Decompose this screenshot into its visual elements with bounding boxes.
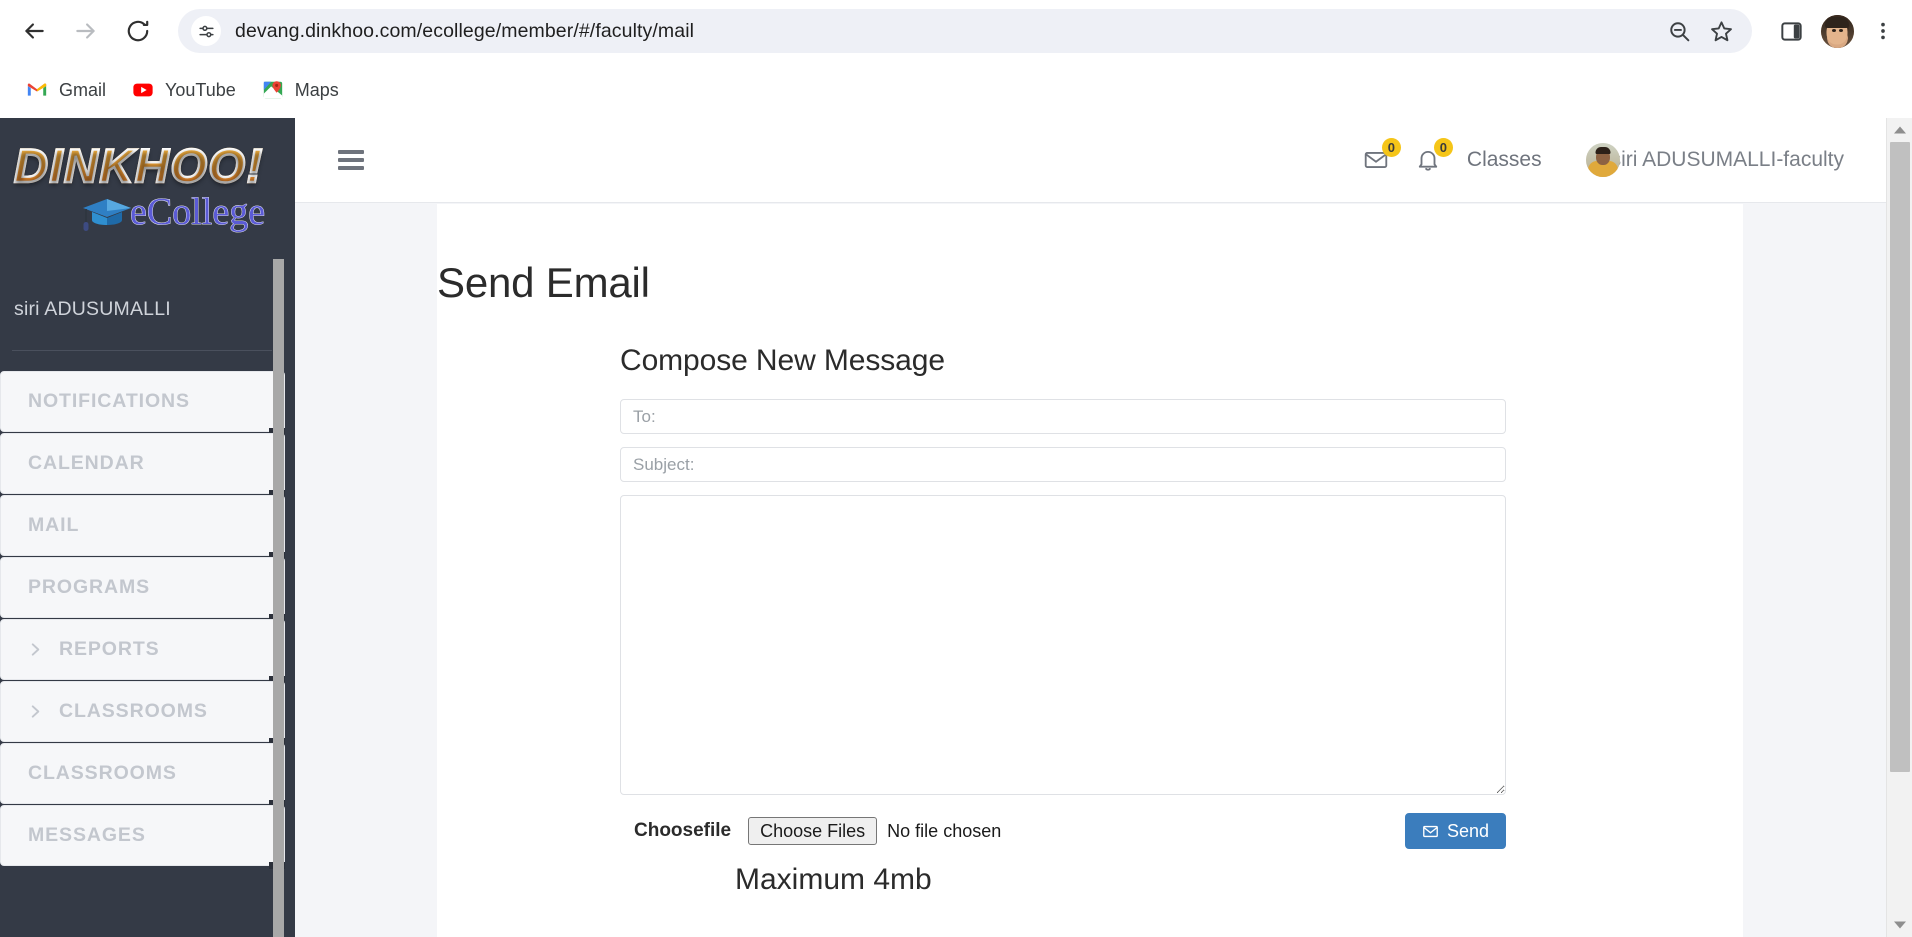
bookmarks-bar: Gmail YouTube Maps	[0, 62, 1912, 118]
attachment-row: Choosefile Choose Files No file chosen S…	[620, 813, 1506, 849]
topbar-right: 0 0 Classes siri ADUSUMALLI-faculty	[1363, 118, 1892, 202]
choose-files-button[interactable]: Choose Files	[748, 817, 878, 845]
sidebar-item-label: NOTIFICATIONS	[28, 390, 190, 412]
forward-button[interactable]	[64, 9, 108, 53]
scroll-down-button[interactable]	[1887, 913, 1912, 937]
mail-indicator[interactable]: 0	[1363, 138, 1401, 173]
browser-menu-button[interactable]	[1860, 8, 1906, 54]
sidebar-item-label: PROGRAMS	[28, 576, 151, 598]
logo-primary-text: DINKHOO!	[13, 141, 279, 190]
sidebar-item-programs-3[interactable]: PROGRAMS	[0, 557, 285, 621]
sidebar-item-reports-4[interactable]: REPORTS	[0, 619, 285, 683]
side-panel-icon	[1780, 21, 1802, 41]
address-bar[interactable]: devang.dinkhoo.com/ecollege/member/#/fac…	[178, 9, 1752, 53]
bookmark-label: Maps	[294, 79, 339, 100]
zoom-out-button[interactable]	[1658, 10, 1700, 52]
page-viewport: DINKHOO! eCollege siri ADUSUMALLI NOTIFI…	[0, 118, 1912, 937]
send-button[interactable]: Send	[1404, 813, 1506, 849]
choose-file-label: Choosefile	[634, 820, 732, 841]
user-menu[interactable]: siri ADUSUMALLI-faculty	[1585, 143, 1844, 177]
sidebar-item-label: REPORTS	[59, 638, 160, 660]
bookmark-gmail[interactable]: Gmail	[16, 72, 116, 108]
url-text: devang.dinkhoo.com/ecollege/member/#/fac…	[235, 19, 695, 42]
compose-heading: Compose New Message	[620, 344, 945, 377]
sidebar-header: DINKHOO! eCollege siri ADUSUMALLI	[0, 118, 295, 358]
bookmark-youtube[interactable]: YouTube	[122, 72, 246, 108]
sidebar-item-label: MAIL	[28, 514, 80, 536]
site-settings-icon[interactable]	[191, 16, 221, 46]
sidebar-item-messages-7[interactable]: MESSAGES	[0, 805, 285, 869]
sidebar-item-label: CALENDAR	[28, 452, 145, 474]
chevron-up-icon	[1894, 126, 1906, 134]
browser-chrome: devang.dinkhoo.com/ecollege/member/#/fac…	[0, 0, 1912, 118]
page-scrollbar[interactable]	[1886, 118, 1912, 937]
bookmark-maps[interactable]: Maps	[252, 72, 349, 108]
back-button[interactable]	[12, 9, 56, 53]
compose-form: Compose New Message Choosefile Choose Fi…	[620, 344, 1506, 897]
forward-arrow-icon	[76, 23, 95, 39]
user-name-label: siri ADUSUMALLI-faculty	[1610, 148, 1844, 171]
message-textarea[interactable]	[620, 495, 1506, 795]
sidebar-user-name: siri ADUSUMALLI	[14, 298, 171, 320]
sidebar-menu: NOTIFICATIONS CALENDAR MAIL PROGRAMS REPORTS…	[0, 371, 285, 869]
bookmark-label: YouTube	[165, 79, 236, 100]
back-arrow-icon	[25, 23, 44, 39]
reload-icon	[127, 20, 149, 42]
profile-avatar-icon	[1820, 14, 1854, 48]
classes-link[interactable]: Classes	[1467, 148, 1542, 172]
max-size-note: Maximum 4mb	[735, 863, 932, 896]
logo-ecollege-text: eCollege	[130, 191, 266, 233]
content-card: Send Email Compose New Message Choosefil…	[437, 204, 1743, 937]
chrome-right-actions	[1768, 8, 1906, 54]
notification-indicator[interactable]: 0	[1415, 138, 1453, 173]
profile-button[interactable]	[1814, 8, 1860, 54]
tune-icon	[198, 25, 214, 37]
to-input[interactable]	[620, 399, 1506, 434]
subject-input[interactable]	[620, 447, 1506, 482]
sidebar: DINKHOO! eCollege siri ADUSUMALLI NOTIFI…	[0, 118, 295, 937]
notification-count-badge: 0	[1433, 138, 1453, 157]
gmail-icon	[27, 83, 47, 96]
sidebar-scrollbar[interactable]	[273, 259, 284, 937]
sidebar-item-label: MESSAGES	[28, 824, 146, 846]
sidebar-item-calendar-1[interactable]: CALENDAR	[0, 433, 285, 497]
zoom-out-icon	[1669, 21, 1689, 41]
sidebar-item-notifications-0[interactable]: NOTIFICATIONS	[0, 371, 285, 435]
omnibox-actions	[1658, 10, 1742, 52]
mail-count-badge: 0	[1381, 138, 1401, 157]
chevron-right-icon	[31, 643, 40, 656]
sidebar-item-classrooms-5[interactable]: CLASSROOMS	[0, 681, 285, 745]
bookmark-label: Gmail	[59, 79, 107, 100]
no-file-chosen-text: No file chosen	[887, 820, 1002, 841]
scroll-up-button[interactable]	[1887, 118, 1912, 142]
youtube-icon	[133, 83, 153, 97]
sidebar-item-label: CLASSROOMS	[28, 762, 177, 784]
app-content-column: 0 0 Classes siri ADUSUMALLI-faculty Send…	[295, 118, 1892, 937]
avatar	[1585, 143, 1620, 177]
app-logo[interactable]: DINKHOO! eCollege	[13, 141, 279, 232]
sidebar-divider	[12, 350, 272, 351]
sidebar-item-classrooms-6[interactable]: CLASSROOMS	[0, 743, 285, 807]
bookmark-star-icon	[1710, 20, 1732, 41]
sidebar-item-label: CLASSROOMS	[59, 700, 208, 722]
hamburger-menu-icon[interactable]	[338, 150, 364, 170]
chevron-down-icon	[1894, 921, 1906, 929]
app-topbar: 0 0 Classes siri ADUSUMALLI-faculty	[295, 118, 1892, 203]
scrollbar-thumb[interactable]	[1890, 142, 1910, 772]
logo-secondary: eCollege	[80, 193, 279, 231]
bookmark-button[interactable]	[1700, 10, 1742, 52]
browser-toolbar: devang.dinkhoo.com/ecollege/member/#/fac…	[0, 0, 1912, 62]
send-button-label: Send	[1446, 820, 1489, 841]
reload-button[interactable]	[116, 9, 160, 53]
side-panel-button[interactable]	[1768, 8, 1814, 54]
three-dot-menu-icon	[1881, 22, 1885, 40]
envelope-icon	[1423, 825, 1438, 837]
sidebar-item-mail-2[interactable]: MAIL	[0, 495, 285, 559]
page-title: Send Email	[437, 259, 650, 306]
google-maps-icon	[263, 81, 282, 99]
chevron-right-icon	[31, 705, 40, 718]
graduation-cap-icon	[83, 199, 131, 231]
